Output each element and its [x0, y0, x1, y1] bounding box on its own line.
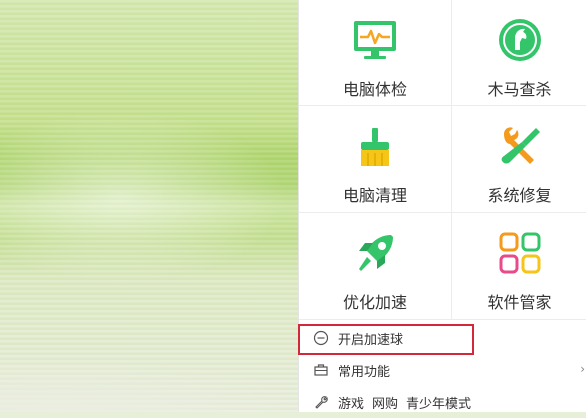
tile-optimize-speedup[interactable]: 优化加速: [299, 213, 452, 320]
wrench-screwdriver-icon: [501, 127, 540, 164]
tile-label: 系统修复: [487, 186, 552, 205]
tile-computer-checkup[interactable]: 电脑体检: [299, 0, 452, 106]
tile-computer-cleanup[interactable]: 电脑清理: [299, 106, 452, 213]
chevron-right-icon: ›: [580, 362, 585, 376]
tile-trojan-scan[interactable]: 木马查杀: [452, 0, 586, 106]
horse-shield-icon: [498, 19, 541, 61]
menu-item-label: 常用功能: [338, 364, 391, 380]
tile-software-manager[interactable]: 软件管家: [452, 213, 586, 320]
toolbox-icon: [314, 364, 328, 376]
bottom-menu: 开启加速球 常用功能 › 游戏 网购 青少年模式: [299, 322, 586, 418]
quick-link-shopping[interactable]: 网购: [372, 393, 398, 412]
wrench-icon: [315, 396, 328, 409]
tile-label: 软件管家: [487, 293, 552, 312]
broom-icon: [361, 128, 389, 166]
function-grid: 电脑体检 木马查杀 电脑清理 系统修复 优化加速 软件管家: [299, 0, 586, 320]
tile-label: 优化加速: [342, 293, 407, 312]
tile-system-repair[interactable]: 系统修复: [452, 106, 586, 213]
tile-label: 电脑体检: [342, 80, 407, 99]
rocket-icon: [359, 235, 393, 271]
menu-item-speedball[interactable]: 开启加速球: [299, 322, 586, 354]
quick-link-games[interactable]: 游戏: [338, 393, 364, 412]
menu-item-label: 开启加速球: [338, 332, 404, 348]
speedball-icon: [313, 330, 329, 346]
menu-item-common-functions[interactable]: 常用功能 ›: [299, 354, 586, 386]
monitor-pulse-icon: [354, 21, 396, 59]
security-menu-panel: 电脑体检 木马查杀 电脑清理 系统修复 优化加速 软件管家 开启加速球 常用功能…: [298, 0, 586, 412]
desktop-wallpaper: [0, 0, 298, 412]
menu-item-quick-links: 游戏 网购 青少年模式: [299, 386, 586, 418]
quick-link-teen-mode[interactable]: 青少年模式: [406, 393, 471, 412]
app-grid-icon: [499, 232, 540, 274]
tile-label: 木马查杀: [487, 80, 552, 99]
tile-label: 电脑清理: [342, 186, 407, 205]
